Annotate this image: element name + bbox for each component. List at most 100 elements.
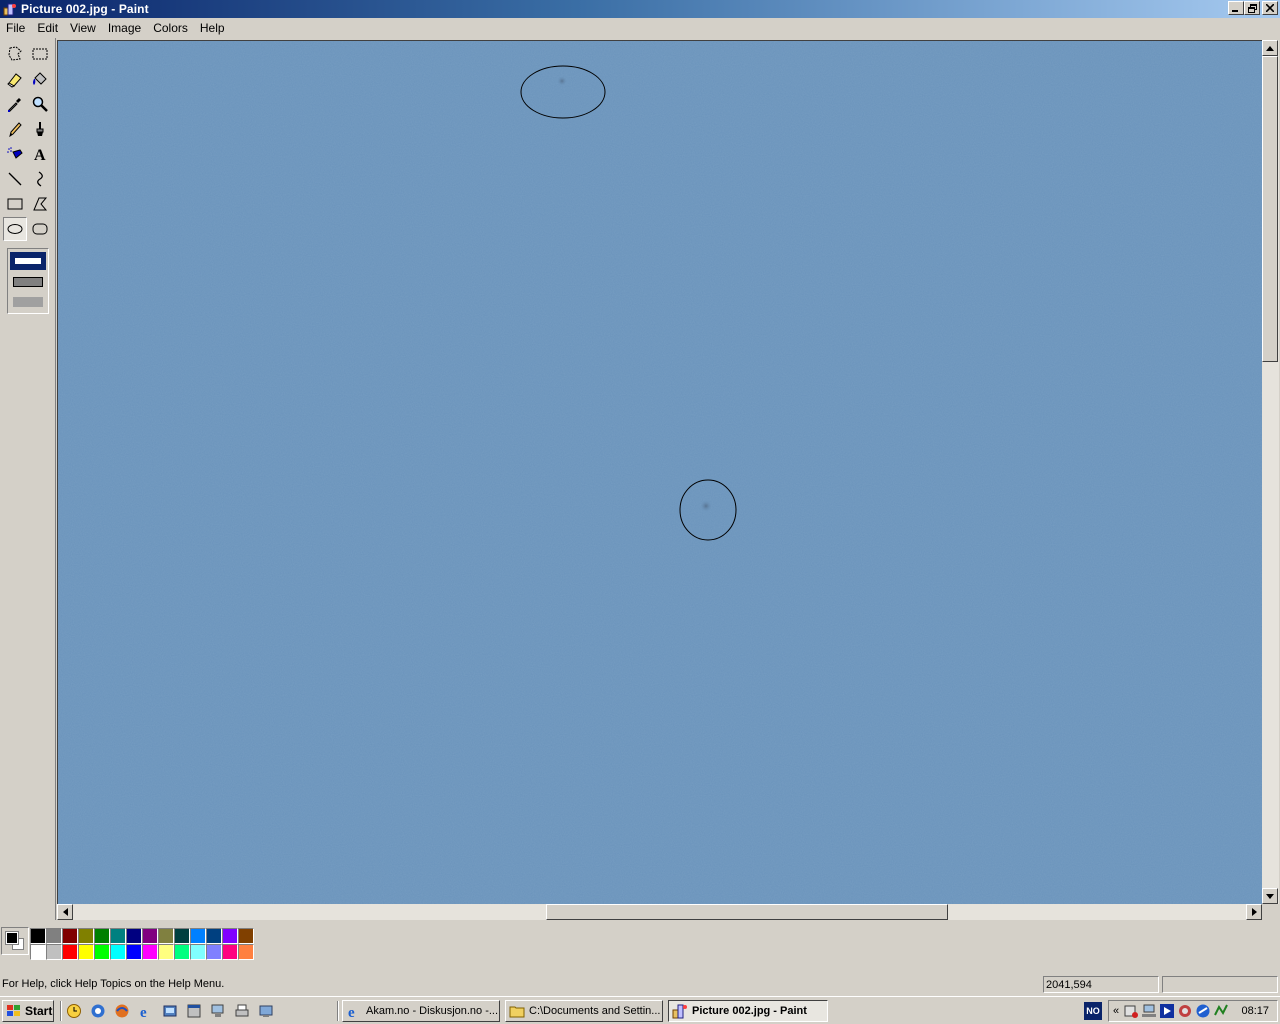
color-swatch[interactable] (142, 928, 158, 944)
magnifier-tool[interactable] (28, 92, 52, 116)
menu-colors[interactable]: Colors (147, 19, 194, 37)
curve-tool[interactable] (28, 167, 52, 191)
menu-file[interactable]: File (0, 19, 31, 37)
quick-launch-item[interactable] (208, 1001, 228, 1021)
airbrush-tool[interactable] (3, 142, 27, 166)
security-tray-icon[interactable] (1213, 1003, 1229, 1019)
pick-color-tool[interactable] (3, 92, 27, 116)
eraser-tool[interactable] (3, 67, 27, 91)
color-swatch[interactable] (142, 944, 158, 960)
fill-option-outline[interactable] (10, 252, 46, 270)
free-form-select-tool[interactable] (3, 42, 27, 66)
tray-expand-icon[interactable]: « (1113, 1005, 1119, 1017)
color-swatch[interactable] (126, 928, 142, 944)
text-tool[interactable]: A (28, 142, 52, 166)
tray-app-icon[interactable] (1123, 1003, 1139, 1019)
color-swatch[interactable] (110, 944, 126, 960)
color-swatch[interactable] (158, 928, 174, 944)
start-button[interactable]: Start (2, 1000, 54, 1022)
taskbar-item-paint[interactable]: Picture 002.jpg - Paint (668, 1000, 828, 1022)
computer-icon (211, 1004, 224, 1017)
color-swatch[interactable] (30, 944, 46, 960)
color-swatch[interactable] (206, 944, 222, 960)
quick-launch-item[interactable] (184, 1001, 204, 1021)
media-player-icon[interactable] (1159, 1003, 1175, 1019)
color-swatch[interactable] (206, 928, 222, 944)
paint-app-icon[interactable] (3, 2, 17, 16)
color-swatch[interactable] (46, 944, 62, 960)
vertical-scroll-thumb[interactable] (1262, 56, 1278, 362)
scroll-left-button[interactable] (57, 904, 73, 920)
network-tray-icon[interactable] (1141, 1003, 1157, 1019)
quick-launch-item[interactable] (160, 1001, 180, 1021)
color-swatch[interactable] (62, 928, 78, 944)
color-swatch[interactable] (30, 928, 46, 944)
dark-spot (700, 500, 712, 512)
color-swatch[interactable] (158, 944, 174, 960)
drawing-canvas[interactable] (57, 40, 1262, 904)
close-icon (1266, 4, 1274, 12)
horizontal-scrollbar[interactable] (57, 904, 1262, 920)
color-swatch[interactable] (190, 944, 206, 960)
menu-image[interactable]: Image (102, 19, 147, 37)
restore-button[interactable] (1244, 1, 1260, 15)
fill-tool[interactable] (28, 67, 52, 91)
airbrush-icon (7, 147, 23, 159)
antivirus-icon[interactable] (1195, 1003, 1211, 1019)
polygon-tool[interactable] (28, 192, 52, 216)
tray-utility-icon[interactable] (1177, 1003, 1193, 1019)
scroll-up-button[interactable] (1262, 40, 1278, 56)
fill-option-fill[interactable] (13, 297, 43, 307)
color-swatch[interactable] (238, 944, 254, 960)
color-swatch[interactable] (46, 928, 62, 944)
quick-launch-item[interactable]: e (136, 1001, 156, 1021)
horizontal-scroll-thumb[interactable] (546, 904, 948, 920)
quick-launch-item[interactable] (112, 1001, 132, 1021)
menu-view[interactable]: View (64, 19, 102, 37)
scroll-down-button[interactable] (1262, 888, 1278, 904)
color-swatch[interactable] (222, 944, 238, 960)
minimize-button[interactable] (1228, 1, 1244, 15)
color-swatch[interactable] (174, 944, 190, 960)
rectangle-tool[interactable] (3, 192, 27, 216)
internet-explorer-icon: e (140, 1005, 147, 1019)
taskbar-item-explorer[interactable]: C:\Documents and Settin... (505, 1000, 663, 1022)
quick-launch-item[interactable] (88, 1001, 108, 1021)
color-swatch[interactable] (222, 928, 238, 944)
clock[interactable]: 08:17 (1241, 1005, 1269, 1017)
pencil-tool[interactable] (3, 117, 27, 141)
color-swatch[interactable] (238, 928, 254, 944)
close-button[interactable] (1262, 1, 1278, 15)
color-swatch[interactable] (62, 944, 78, 960)
color-swatch[interactable] (78, 944, 94, 960)
tool-options-box (7, 248, 49, 314)
scroll-right-button[interactable] (1246, 904, 1262, 920)
color-swatch[interactable] (174, 928, 190, 944)
ellipse-tool[interactable] (3, 217, 27, 241)
eraser-icon (7, 73, 22, 88)
text-icon: A (34, 147, 46, 163)
fill-option-outline-fill[interactable] (13, 277, 43, 287)
color-swatch[interactable] (94, 944, 110, 960)
taskbar-item-browser[interactable]: e Akam.no - Diskusjon.no -... (342, 1000, 500, 1022)
line-tool[interactable] (3, 167, 27, 191)
quick-launch-item[interactable] (64, 1001, 84, 1021)
window-app-icon (187, 1004, 201, 1018)
menu-edit[interactable]: Edit (31, 19, 64, 37)
network-icon (163, 1005, 177, 1017)
current-colors[interactable] (1, 927, 29, 955)
color-swatch[interactable] (94, 928, 110, 944)
rounded-rectangle-tool[interactable] (28, 217, 52, 241)
color-swatch[interactable] (78, 928, 94, 944)
color-swatch[interactable] (110, 928, 126, 944)
color-swatch[interactable] (126, 944, 142, 960)
brush-tool[interactable] (28, 117, 52, 141)
quick-launch-item[interactable] (232, 1001, 252, 1021)
select-tool[interactable] (28, 42, 52, 66)
quick-launch-item[interactable] (256, 1001, 276, 1021)
color-swatch[interactable] (190, 928, 206, 944)
vertical-scrollbar[interactable] (1262, 40, 1279, 904)
menu-help[interactable]: Help (194, 19, 231, 37)
magnifier-icon (32, 96, 48, 112)
language-indicator[interactable]: NO (1084, 1002, 1102, 1020)
